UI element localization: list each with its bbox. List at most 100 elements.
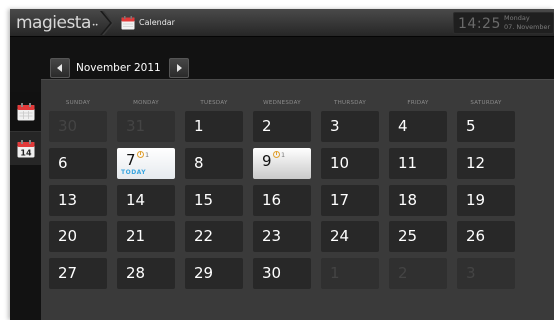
- calendar-panel: SUNDAY MONDAY TUESDAY WEDNESDAY THURSDAY FRID…: [41, 79, 554, 320]
- day-cell[interactable]: 27: [49, 258, 107, 289]
- calendar-icon: [121, 16, 135, 30]
- day-number: 29: [194, 264, 214, 282]
- calendar-day-icon: 14: [17, 140, 35, 158]
- clock-icon: [273, 151, 280, 158]
- day-number: 21: [126, 227, 146, 245]
- day-number: 24: [330, 227, 350, 245]
- weekday-label: MONDAY: [133, 100, 159, 106]
- day-cell[interactable]: 3: [457, 258, 515, 289]
- top-bar: magiesta•• Calendar 14:25 Monday 07. Nov…: [10, 9, 554, 37]
- day-cell[interactable]: 15: [185, 185, 243, 216]
- day-cell[interactable]: 91: [253, 148, 311, 179]
- day-cell[interactable]: 31: [117, 111, 175, 142]
- day-number: 1: [194, 117, 204, 135]
- day-cell[interactable]: 21: [117, 221, 175, 252]
- clock-icon: [137, 151, 144, 158]
- day-number: 2: [398, 264, 408, 282]
- prev-month-button[interactable]: [50, 58, 70, 78]
- weekday-label: THURSDAY: [333, 100, 367, 106]
- day-number: 13: [58, 191, 78, 209]
- day-number: 18: [398, 191, 418, 209]
- day-number: 7: [126, 151, 136, 169]
- day-cell[interactable]: 26: [457, 221, 515, 252]
- day-number: 30: [262, 264, 282, 282]
- day-cell[interactable]: 8: [185, 148, 243, 179]
- event-count: 1: [281, 151, 286, 159]
- day-cell[interactable]: 18: [389, 185, 447, 216]
- day-cell[interactable]: 28: [117, 258, 175, 289]
- day-number: 6: [58, 154, 68, 172]
- weekday-label: FRIDAY: [407, 100, 429, 106]
- event-badge: 1: [273, 151, 285, 159]
- day-cell[interactable]: 13: [49, 185, 107, 216]
- day-cell-today[interactable]: 7 1 TODAY: [117, 148, 175, 179]
- day-cell[interactable]: 24: [321, 221, 379, 252]
- day-number: 5: [466, 117, 476, 135]
- day-cell[interactable]: 14: [117, 185, 175, 216]
- weekday-label: WEDNESDAY: [263, 100, 301, 106]
- day-number: 9: [262, 152, 272, 170]
- calendar-icon: [17, 103, 35, 121]
- month-label: November 2011: [76, 62, 161, 74]
- brand-name: magiesta: [16, 13, 91, 33]
- chevron-right-icon: [177, 64, 182, 72]
- day-number: 10: [330, 154, 350, 172]
- day-cell[interactable]: 20: [49, 221, 107, 252]
- day-cell[interactable]: 2: [253, 111, 311, 142]
- breadcrumb-separator-icon: [100, 11, 114, 35]
- day-cell[interactable]: 29: [185, 258, 243, 289]
- app-title: Calendar: [139, 18, 175, 27]
- day-cell[interactable]: 22: [185, 221, 243, 252]
- day-number: 31: [126, 117, 146, 135]
- clock-widget: 14:25 Monday 07. November: [453, 12, 554, 34]
- day-number: 2: [262, 117, 272, 135]
- day-number: 25: [398, 227, 418, 245]
- next-month-button[interactable]: [169, 58, 189, 78]
- day-number: 22: [194, 227, 214, 245]
- chevron-left-icon: [57, 64, 62, 72]
- day-number: 26: [466, 227, 486, 245]
- day-cell[interactable]: 10: [321, 148, 379, 179]
- event-badge: 1: [137, 151, 149, 159]
- brand-mark: ••: [91, 22, 99, 29]
- day-number: 14: [126, 191, 146, 209]
- brand-logo[interactable]: magiesta••: [16, 12, 98, 34]
- day-cell[interactable]: 19: [457, 185, 515, 216]
- day-cell[interactable]: 12: [457, 148, 515, 179]
- day-cell[interactable]: 6: [49, 148, 107, 179]
- weekday-label: TUESDAY: [200, 100, 228, 106]
- day-number: 19: [466, 191, 486, 209]
- clock-date: 07. November: [504, 23, 551, 31]
- day-cell[interactable]: 25: [389, 221, 447, 252]
- day-number: 1: [330, 264, 340, 282]
- day-number: 17: [330, 191, 350, 209]
- day-cell[interactable]: 23: [253, 221, 311, 252]
- event-count: 1: [145, 151, 150, 159]
- day-cell[interactable]: 17: [321, 185, 379, 216]
- day-number: 27: [58, 264, 78, 282]
- tab-day-view[interactable]: 14: [10, 131, 41, 165]
- day-cell[interactable]: 1: [185, 111, 243, 142]
- day-number: 12: [466, 154, 486, 172]
- day-cell[interactable]: 3: [321, 111, 379, 142]
- day-cell[interactable]: 4: [389, 111, 447, 142]
- weekday-label: SATURDAY: [470, 100, 502, 106]
- day-cell[interactable]: 5: [457, 111, 515, 142]
- day-cell[interactable]: 2: [389, 258, 447, 289]
- day-number: 16: [262, 191, 282, 209]
- day-cell[interactable]: 11: [389, 148, 447, 179]
- weekday-label: SUNDAY: [65, 100, 91, 106]
- day-number: 23: [262, 227, 282, 245]
- day-number: 3: [330, 117, 340, 135]
- day-cell[interactable]: 30: [49, 111, 107, 142]
- today-label: TODAY: [121, 169, 147, 176]
- day-number: 28: [126, 264, 146, 282]
- tab-month-view[interactable]: [10, 92, 41, 131]
- day-number: 20: [58, 227, 78, 245]
- day-number: 11: [398, 154, 418, 172]
- day-cell[interactable]: 1: [321, 258, 379, 289]
- day-cell[interactable]: 16: [253, 185, 311, 216]
- app-window: magiesta•• Calendar 14:25 Monday 07. Nov…: [10, 9, 554, 320]
- day-view-number: 14: [20, 149, 32, 158]
- day-cell[interactable]: 30: [253, 258, 311, 289]
